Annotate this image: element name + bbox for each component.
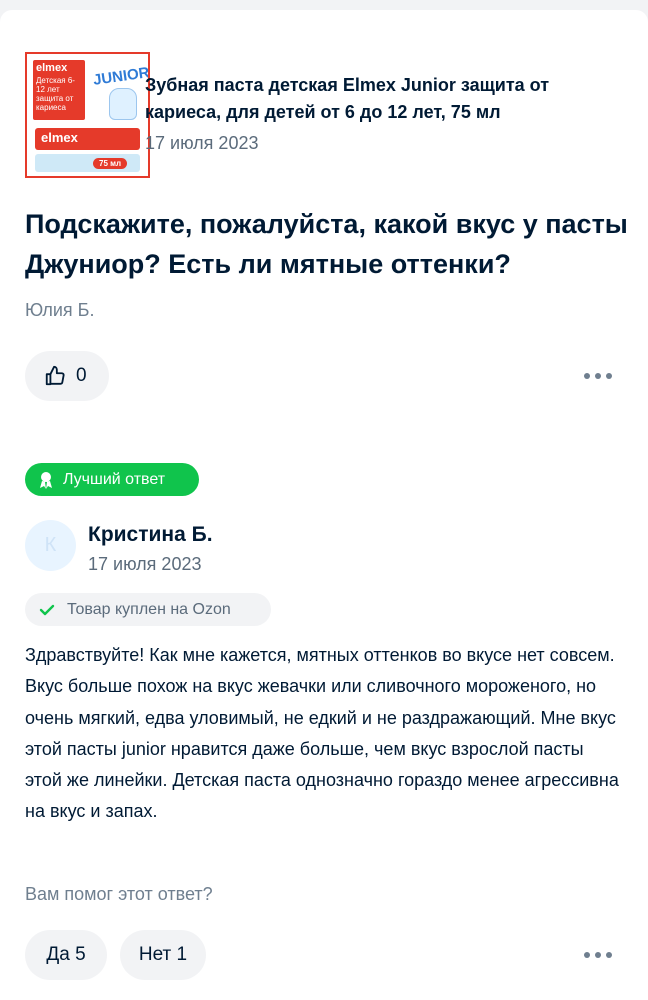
- thumbnail-brand: elmex: [36, 62, 68, 74]
- tooth-mascot-icon: [109, 88, 137, 120]
- product-date: 17 июля 2023: [145, 133, 259, 153]
- more-icon[interactable]: [584, 372, 614, 380]
- question-text: Подскажите, пожалуйста, какой вкус у пас…: [25, 209, 628, 279]
- top-separator: [0, 0, 648, 22]
- check-icon: [39, 604, 55, 615]
- like-count: 0: [76, 365, 87, 386]
- thumbnail-volume: 75 мл: [93, 158, 128, 169]
- helpful-yes-button[interactable]: Да 5: [25, 930, 107, 980]
- best-answer-label: Лучший ответ: [63, 470, 166, 488]
- purchased-label: Товар куплен на Ozon: [67, 600, 231, 618]
- product-thumbnail[interactable]: elmex Детская 6-12 лет защита от кариеса…: [25, 52, 150, 178]
- helpful-question: Вам помог этот ответ?: [25, 884, 213, 904]
- answer-author[interactable]: Кристина Б.: [88, 523, 213, 547]
- helpful-no-button[interactable]: Нет 1: [120, 930, 206, 980]
- thumbnail-age-text: Детская 6-12 лет защита от кариеса: [36, 76, 75, 112]
- product-title[interactable]: Зубная паста детская Elmex Junior защита…: [145, 72, 615, 126]
- answer-text: Здравствуйте! Как мне кажется, мятных от…: [25, 645, 619, 822]
- answer-date: 17 июля 2023: [88, 554, 202, 574]
- more-icon[interactable]: [584, 951, 614, 959]
- like-button[interactable]: 0: [25, 351, 109, 401]
- thumbnail-junior: JUNIOR: [92, 64, 150, 89]
- thumbnail-tube-brand: elmex: [41, 130, 78, 145]
- question-author: Юлия Б.: [25, 300, 95, 320]
- thumbs-up-icon: [45, 365, 65, 386]
- purchased-badge: Товар куплен на Ozon: [25, 593, 271, 626]
- best-answer-badge: Лучший ответ: [25, 463, 199, 496]
- award-icon: [40, 471, 52, 489]
- avatar[interactable]: К: [25, 520, 76, 571]
